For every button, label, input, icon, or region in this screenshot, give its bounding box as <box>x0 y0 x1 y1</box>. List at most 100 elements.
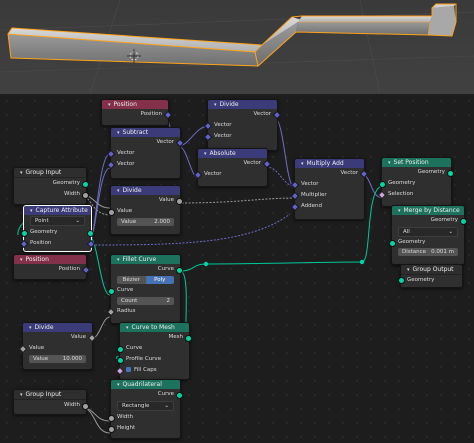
fillet-mode-poly[interactable]: Poly <box>145 276 174 284</box>
geometry-socket-icon[interactable] <box>460 218 467 225</box>
subtract-header[interactable]: ▾ Subtract <box>111 128 180 137</box>
group-input-header[interactable]: ▾ Group Input <box>14 168 86 178</box>
boolean-socket-icon[interactable] <box>377 190 387 200</box>
vector-socket-icon[interactable] <box>359 169 369 179</box>
subtract-node[interactable]: ▾ Subtract Vector Vector Vector <box>106 127 185 179</box>
fillet-mode-bezier[interactable]: Bézier <box>117 276 146 284</box>
position-node-header[interactable]: ▾ Position <box>102 100 168 109</box>
collapse-chevron-icon[interactable]: ▾ <box>20 391 23 399</box>
divide-3-value-field[interactable]: Value 10.000 <box>29 355 86 363</box>
geometry-socket-icon[interactable] <box>176 267 183 274</box>
vector-socket-icon[interactable] <box>81 265 91 275</box>
collapse-chevron-icon[interactable]: ▾ <box>126 324 129 332</box>
collapse-chevron-icon[interactable]: ▾ <box>30 207 33 215</box>
fill-caps-checkbox[interactable] <box>126 367 131 372</box>
fillet-curve-node[interactable]: ▾ Fillet Curve Curve Bézier Poly Curve Cou… <box>106 254 183 324</box>
float-socket-icon[interactable] <box>108 209 115 216</box>
collapse-chevron-icon[interactable]: ▾ <box>20 256 23 264</box>
fillet-curve-header[interactable]: ▾ Fillet Curve <box>111 255 180 264</box>
position-node-2-header[interactable]: ▾ Position <box>14 255 86 264</box>
geometry-socket-icon[interactable] <box>379 181 386 188</box>
capture-attribute-header[interactable]: ▾ Capture Attribute <box>24 206 91 215</box>
geometry-socket-icon[interactable] <box>21 230 28 237</box>
absolute-node[interactable]: ▾ Absolute Vector Vector <box>193 148 272 187</box>
geometry-socket-icon[interactable] <box>447 170 454 177</box>
geometry-socket-icon[interactable] <box>176 392 183 399</box>
vector-socket-icon[interactable] <box>272 110 282 120</box>
float-socket-icon[interactable] <box>82 403 89 410</box>
3d-viewport[interactable] <box>0 0 474 94</box>
group-input-node-2[interactable]: ▾ Group Input Width <box>13 389 89 415</box>
float-socket-icon[interactable] <box>108 426 115 433</box>
geometry-socket-icon[interactable] <box>108 288 115 295</box>
divide-node-3[interactable]: ▾ Divide Value Value Value 10.000 <box>18 322 97 370</box>
collapse-chevron-icon[interactable]: ▾ <box>388 159 391 167</box>
vector-socket-icon[interactable] <box>290 180 300 190</box>
fillet-mode-toggle[interactable]: Bézier Poly <box>117 276 174 284</box>
float-socket-icon[interactable] <box>108 415 115 422</box>
divide-value-field[interactable]: Value 2.000 <box>117 218 174 226</box>
geometry-socket-icon[interactable] <box>389 240 396 247</box>
float-socket-icon[interactable] <box>82 192 89 199</box>
group-output-header[interactable]: ▾ Group Output <box>401 265 462 275</box>
geometry-socket-icon[interactable] <box>185 335 192 342</box>
capture-attribute-node[interactable]: ▾ Capture Attribute Point ⌄ Geometry Posit… <box>19 205 96 252</box>
collapse-chevron-icon[interactable]: ▾ <box>301 160 304 168</box>
quadrilateral-mode-dropdown[interactable]: Rectangle ⌄ <box>117 401 174 411</box>
boolean-socket-icon[interactable] <box>115 366 125 376</box>
position-node-2[interactable]: ▾ Position Position <box>13 254 91 280</box>
vector-socket-icon[interactable] <box>290 191 300 201</box>
quadrilateral-header[interactable]: ▾ Quadrilateral <box>111 380 180 389</box>
collapse-chevron-icon[interactable]: ▾ <box>204 150 207 158</box>
vector-divide-node[interactable]: ▾ Divide Vector Vector Vector <box>203 99 282 151</box>
float-socket-icon[interactable] <box>18 344 28 354</box>
float-socket-icon[interactable] <box>87 333 97 343</box>
multiply-add-node[interactable]: ▾ Multiply Add Vector Vector Multiplier A… <box>290 158 369 220</box>
curve-to-mesh-fill-caps[interactable]: Fill Caps <box>115 365 189 376</box>
collapse-chevron-icon[interactable]: ▾ <box>108 101 111 109</box>
collapse-chevron-icon[interactable]: ▾ <box>117 187 120 195</box>
collapse-chevron-icon[interactable]: ▾ <box>29 324 32 332</box>
collapse-chevron-icon[interactable]: ▾ <box>214 101 217 109</box>
absolute-header[interactable]: ▾ Absolute <box>198 149 267 158</box>
group-input-2-header[interactable]: ▾ Group Input <box>14 390 86 400</box>
float-socket-icon[interactable] <box>106 307 116 317</box>
vector-socket-icon[interactable] <box>106 149 116 159</box>
capture-domain-dropdown[interactable]: Point ⌄ <box>30 216 85 226</box>
collapse-chevron-icon[interactable]: ▾ <box>398 207 401 215</box>
collapse-chevron-icon[interactable]: ▾ <box>117 256 120 264</box>
curve-to-mesh-header[interactable]: ▾ Curve to Mesh <box>120 323 189 332</box>
group-output-node[interactable]: ▾ Group Output Geometry <box>398 264 463 288</box>
merge-mode-dropdown[interactable]: All ⌄ <box>398 227 458 237</box>
group-input-node[interactable]: ▾ Group Input Geometry Width <box>13 167 89 205</box>
vector-socket-icon[interactable] <box>290 202 300 212</box>
collapse-chevron-icon[interactable]: ▾ <box>117 381 120 389</box>
vector-socket-icon[interactable] <box>262 159 272 169</box>
vector-divide-header[interactable]: ▾ Divide <box>208 100 277 109</box>
merge-by-distance-node[interactable]: ▾ Merge by Distance Geometry All ⌄ Geometr… <box>389 205 467 265</box>
vector-socket-icon[interactable] <box>175 138 185 148</box>
set-position-header[interactable]: ▾ Set Position <box>382 158 451 167</box>
curve-to-mesh-node[interactable]: ▾ Curve to Mesh Mesh Curve Profile Curve … <box>115 322 192 380</box>
collapse-chevron-icon[interactable]: ▾ <box>20 169 23 177</box>
vector-socket-icon[interactable] <box>86 239 96 249</box>
position-node[interactable]: ▾ Position Position <box>101 99 173 126</box>
vector-socket-icon[interactable] <box>163 110 173 120</box>
geometry-socket-icon[interactable] <box>398 277 405 284</box>
float-socket-icon[interactable] <box>176 198 183 205</box>
collapse-chevron-icon[interactable]: ▾ <box>407 266 410 274</box>
vector-socket-icon[interactable] <box>106 160 116 170</box>
geometry-socket-icon[interactable] <box>87 230 94 237</box>
multiply-add-header[interactable]: ▾ Multiply Add <box>295 159 364 168</box>
vector-socket-icon[interactable] <box>203 132 213 142</box>
geometry-node-editor[interactable]: ▾ Position Position ▾ Divide Vector Vector… <box>0 94 474 443</box>
vector-socket-icon[interactable] <box>193 170 203 180</box>
merge-distance-field[interactable]: Distance 0.001 m <box>398 248 458 256</box>
merge-by-distance-header[interactable]: ▾ Merge by Distance <box>392 206 464 215</box>
divide-node-3-header[interactable]: ▾ Divide <box>23 323 92 332</box>
collapse-chevron-icon[interactable]: ▾ <box>117 129 120 137</box>
float-divide-node[interactable]: ▾ Divide Value Value Value 2.000 <box>108 185 183 235</box>
vector-socket-icon[interactable] <box>19 239 29 249</box>
fillet-count-field[interactable]: Count 2 <box>117 297 174 305</box>
set-position-node[interactable]: ▾ Set Position Geometry Geometry Selectio… <box>377 157 454 207</box>
